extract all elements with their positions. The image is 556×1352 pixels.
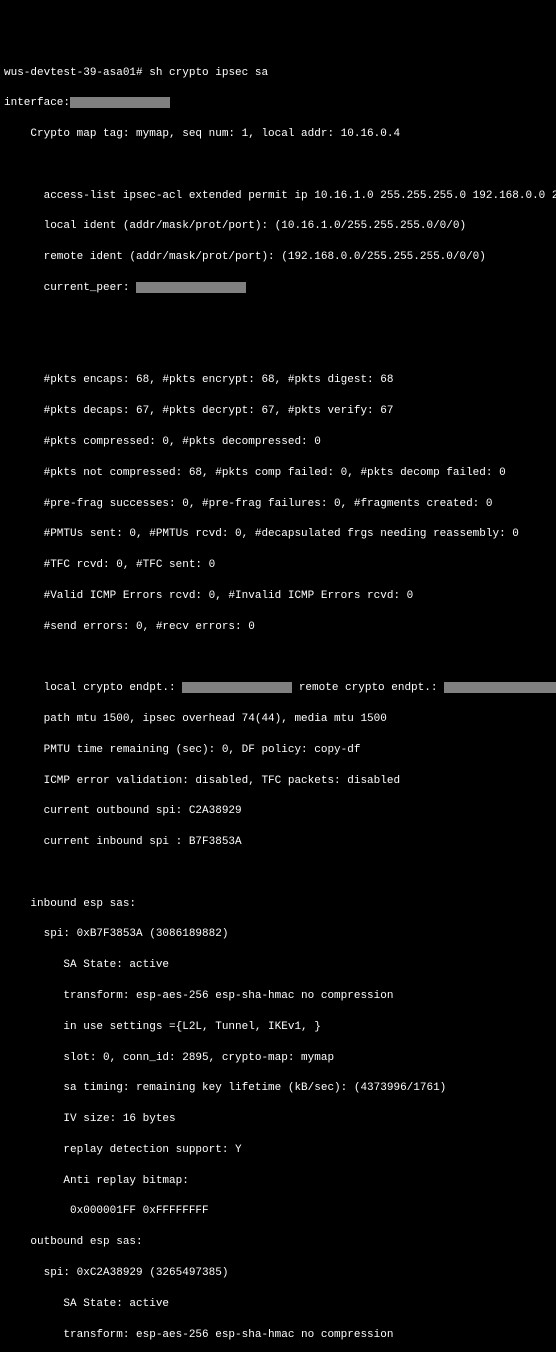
command-text: sh crypto ipsec sa (149, 67, 268, 79)
prompt-line: wus-devtest-39-asa01# sh crypto ipsec sa (4, 66, 552, 81)
path-mtu-line: path mtu 1500, ipsec overhead 74(44), me… (4, 712, 552, 727)
inbound-sas-header: inbound esp sas: (4, 897, 552, 912)
redacted-local-endpt (182, 682, 292, 693)
interface-line: interface: (4, 96, 552, 111)
redacted-remote-endpt (444, 682, 556, 693)
hostname: wus-devtest-39-asa01# (4, 67, 149, 79)
pkts-line: #pkts compressed: 0, #pkts decompressed:… (4, 435, 552, 450)
acl-line: access-list ipsec-acl extended permit ip… (4, 189, 552, 204)
local-endpt-label: local crypto endpt.: (4, 682, 182, 694)
transform-line: transform: esp-aes-256 esp-sha-hmac no c… (4, 989, 552, 1004)
transform-line: transform: esp-aes-256 esp-sha-hmac no c… (4, 1328, 552, 1343)
blank (4, 650, 552, 665)
pkts-line: #pre-frag successes: 0, #pre-frag failur… (4, 497, 552, 512)
slot-line: slot: 0, conn_id: 2895, crypto-map: myma… (4, 1051, 552, 1066)
pkts-line: #pkts decaps: 67, #pkts decrypt: 67, #pk… (4, 404, 552, 419)
in-spi-detail: spi: 0xB7F3853A (3086189882) (4, 927, 552, 942)
pkts-line: #pkts encaps: 68, #pkts encrypt: 68, #pk… (4, 373, 552, 388)
iv-size-line: IV size: 16 bytes (4, 1112, 552, 1127)
sa-timing-line: sa timing: remaining key lifetime (kB/se… (4, 1081, 552, 1096)
current-peer-line: current_peer: (4, 281, 552, 296)
bitmap-line: 0x000001FF 0xFFFFFFFF (4, 1204, 552, 1219)
crypto-map-line: Crypto map tag: mymap, seq num: 1, local… (4, 127, 552, 142)
pkts-line: #Valid ICMP Errors rcvd: 0, #Invalid ICM… (4, 589, 552, 604)
redacted-interface (70, 97, 170, 108)
blank (4, 158, 552, 173)
local-ident-line: local ident (addr/mask/prot/port): (10.1… (4, 219, 552, 234)
out-spi-line: current outbound spi: C2A38929 (4, 804, 552, 819)
replay-line: replay detection support: Y (4, 1143, 552, 1158)
out-spi-detail: spi: 0xC2A38929 (3265497385) (4, 1266, 552, 1281)
blank (4, 343, 552, 358)
pkts-line: #send errors: 0, #recv errors: 0 (4, 620, 552, 635)
redacted-peer (136, 282, 246, 293)
in-use-line: in use settings ={L2L, Tunnel, IKEv1, } (4, 1020, 552, 1035)
remote-ident-line: remote ident (addr/mask/prot/port): (192… (4, 250, 552, 265)
blank (4, 866, 552, 881)
in-spi-line: current inbound spi : B7F3853A (4, 835, 552, 850)
sa-state-line: SA State: active (4, 1297, 552, 1312)
pkts-line: #TFC rcvd: 0, #TFC sent: 0 (4, 558, 552, 573)
current-peer-label: current_peer: (4, 282, 136, 294)
sa-state-line: SA State: active (4, 958, 552, 973)
icmp-err-line: ICMP error validation: disabled, TFC pac… (4, 774, 552, 789)
crypto-endpt-line: local crypto endpt.: remote crypto endpt… (4, 681, 552, 696)
pkts-line: #PMTUs sent: 0, #PMTUs rcvd: 0, #decapsu… (4, 527, 552, 542)
outbound-sas-header: outbound esp sas: (4, 1235, 552, 1250)
interface-label: interface: (4, 97, 70, 109)
blank (4, 312, 552, 327)
anti-replay-line: Anti replay bitmap: (4, 1174, 552, 1189)
pkts-line: #pkts not compressed: 68, #pkts comp fai… (4, 466, 552, 481)
remote-endpt-label: remote crypto endpt.: (292, 682, 444, 694)
pmtu-time-line: PMTU time remaining (sec): 0, DF policy:… (4, 743, 552, 758)
